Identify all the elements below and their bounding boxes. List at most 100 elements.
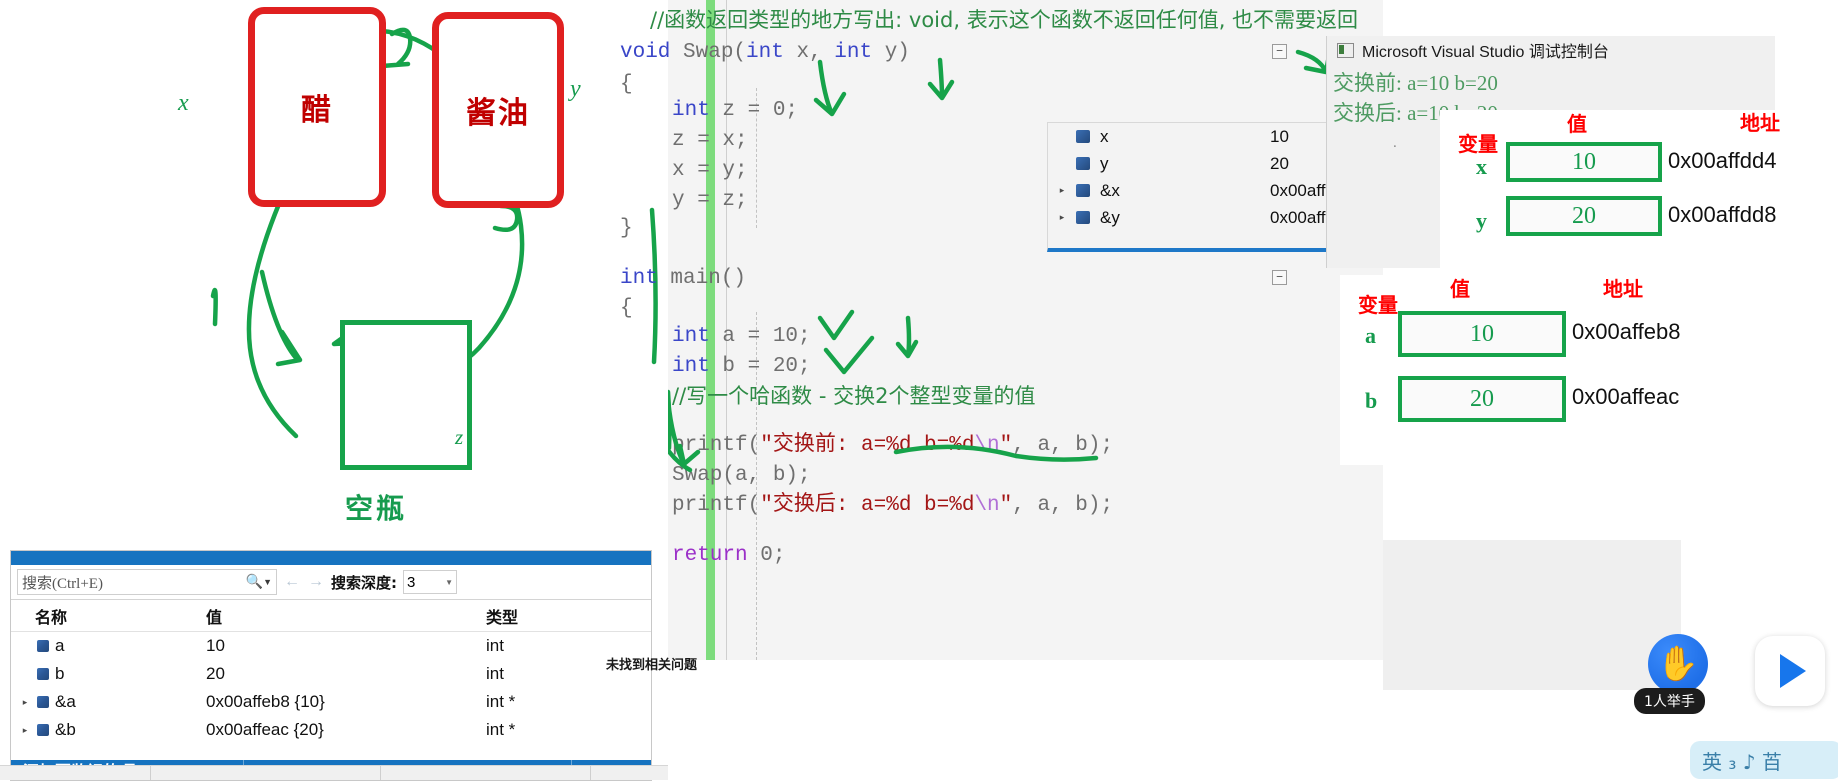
soy-sauce-bottle-box: 酱油 [432,12,564,208]
watch-row[interactable]: b 20 int [11,660,651,688]
search-depth-label: 搜索深度: [331,573,397,592]
watch-toolbar[interactable]: 搜索(Ctrl+E) 🔍 ▼ ← → 搜索深度: 3 ▼ [11,565,651,600]
watch-row[interactable]: a 10 int [11,632,651,660]
autos-row-name: &y [1100,207,1120,227]
code-line[interactable]: printf("交换后: a=%d b=%d\n", a, b); [672,495,1113,516]
code-line[interactable]: int a = 10; [672,326,811,347]
no-issues-label: 未找到相关问题 [606,658,698,673]
watch-row-name: &b [55,720,76,739]
console-line-1: 交换前: a=10 b=20 [1333,71,1498,95]
next-result-icon[interactable]: → [307,573,325,591]
ann2-header-address: 地址 [1603,277,1643,301]
collapse-toggle-swap[interactable]: − [1272,44,1287,59]
watch-window-titlebar[interactable] [11,551,651,565]
watch-row-name: &a [55,692,76,711]
search-depth-select[interactable]: 3 ▼ [403,570,457,594]
vinegar-bottle-box: 醋 [248,7,386,207]
watch-row-list[interactable]: a 10 int b 20 int ▸ &a 0x00affeb8 {10} int * ▸ &b 0x… [11,632,651,744]
code-line[interactable]: x = y; [672,160,748,181]
code-line[interactable]: int b = 20; [672,356,811,377]
ann2-row1-name: b [1365,388,1378,413]
code-line[interactable]: { [620,298,633,319]
ann1-row0-name: x [1476,154,1487,179]
variable-icon [37,640,49,652]
screen-share-button[interactable] [1755,636,1825,706]
code-line[interactable]: int main() [620,268,746,289]
raised-hand-icon: ✋ [1656,645,1700,683]
code-editor[interactable]: − − //函数返回类型的地方写出: void, 表示这个函数不返回任何值, 也… [606,0,1383,700]
watch-row-value: 20 [206,664,225,683]
column-header-value: 值 [206,607,223,627]
chevron-down-icon[interactable]: ▼ [445,578,453,587]
ann2-header-value: 值 [1450,277,1470,301]
watch-row-name: a [55,636,65,655]
ann2-row1-value: 20 [1398,376,1566,422]
row-expander-icon[interactable]: ▸ [19,697,31,708]
code-editor-surface[interactable]: − − //函数返回类型的地方写出: void, 表示这个函数不返回任何值, 也… [620,0,1383,700]
console-titlebar[interactable]: Microsoft Visual Studio 调试控制台 [1327,36,1775,64]
annotation-table-main: 变量 值 地址 a 10 0x00affeb8 b 20 0x00affeac [1340,275,1760,465]
ann2-row1-address: 0x00affeac [1572,384,1680,409]
ann1-header-address: 地址 [1740,111,1780,135]
row-expander-icon[interactable]: ▸ [19,725,31,736]
search-placeholder: 搜索(Ctrl+E) [22,575,103,592]
code-line[interactable]: } [620,218,633,239]
ann1-row1-address: 0x00affdd8 [1668,202,1777,227]
autos-row-name: &x [1100,180,1120,200]
autos-expander-icon[interactable]: ▸ [1048,185,1076,196]
autos-row-name: y [1100,153,1109,173]
search-icon[interactable]: 🔍 [246,574,263,591]
console-title-text: Microsoft Visual Studio 调试控制台 [1362,44,1609,61]
code-line[interactable]: Swap(a, b); [672,465,811,486]
taskbar-divider-3 [590,766,591,780]
ann1-row0-value: 10 [1506,142,1662,182]
variable-icon [37,668,49,680]
watch-row-type: int [486,664,504,683]
search-input[interactable]: 搜索(Ctrl+E) 🔍 ▼ [17,569,277,595]
ann1-row1-name: y [1476,208,1487,233]
ann1-row0-address: 0x00affdd4 [1668,148,1777,173]
variable-icon [1076,157,1090,170]
watch-row-value: 10 [206,636,225,655]
watch-row-value: 0x00affeac {20} [206,720,324,739]
ann1-row1-value: 20 [1506,196,1662,236]
taskbar-divider-2 [380,766,381,780]
prev-result-icon[interactable]: ← [283,573,301,591]
raise-hand-button[interactable]: ✋ [1648,634,1708,694]
search-dropdown-icon[interactable]: ▼ [263,577,272,587]
code-line[interactable]: //函数返回类型的地方写出: void, 表示这个函数不返回任何值, 也不需要返… [650,10,1358,33]
code-line[interactable]: y = z; [672,190,748,211]
watch-column-headers: 名称 值 类型 [11,600,651,632]
watch-row-name: b [55,664,65,683]
taskbar-divider-1 [150,766,151,780]
watch-row-value: 0x00affeb8 {10} [206,692,325,711]
console-window-icon [1337,42,1354,58]
ann2-row0-name: a [1365,323,1376,348]
column-header-type: 类型 [486,607,519,627]
soy-sauce-label: 酱油 [466,96,530,131]
watch-row-type: int * [486,692,516,711]
label-z: z [455,425,464,449]
code-line[interactable]: z = x; [672,130,748,151]
code-line[interactable]: int z = 0; [672,100,798,121]
empty-bottle-box [340,320,472,470]
collapse-toggle-main[interactable]: − [1272,270,1287,285]
ann2-header-variable: 变量 [1358,293,1398,317]
editor-status-strip: 未找到相关问题 [606,658,1383,700]
code-line[interactable]: printf("交换前: a=%d b=%d\n", a, b); [672,435,1113,456]
watch-row-type: int * [486,720,516,739]
code-line[interactable]: return 0; [672,545,785,566]
taskbar[interactable] [0,765,668,780]
label-x: x [178,90,189,116]
meeting-gray-backdrop [1383,540,1681,690]
watch-row[interactable]: ▸ &b 0x00affeac {20} int * [11,716,651,744]
autos-row-name: x [1100,126,1109,146]
watch-row[interactable]: ▸ &a 0x00affeb8 {10} int * [11,688,651,716]
code-line[interactable]: { [620,74,633,95]
vinegar-label: 醋 [301,93,333,128]
ime-language-bar[interactable]: 英 ₃ ♪ 苩 [1690,741,1838,779]
code-line[interactable]: //写一个哈函数 - 交换2个整型变量的值 [672,386,1035,409]
code-line[interactable]: void Swap(int x, int y) [620,42,910,63]
watch-window[interactable]: 搜索(Ctrl+E) 🔍 ▼ ← → 搜索深度: 3 ▼ 名称 值 类型 a 10… [10,550,652,781]
autos-expander-icon[interactable]: ▸ [1048,212,1076,223]
